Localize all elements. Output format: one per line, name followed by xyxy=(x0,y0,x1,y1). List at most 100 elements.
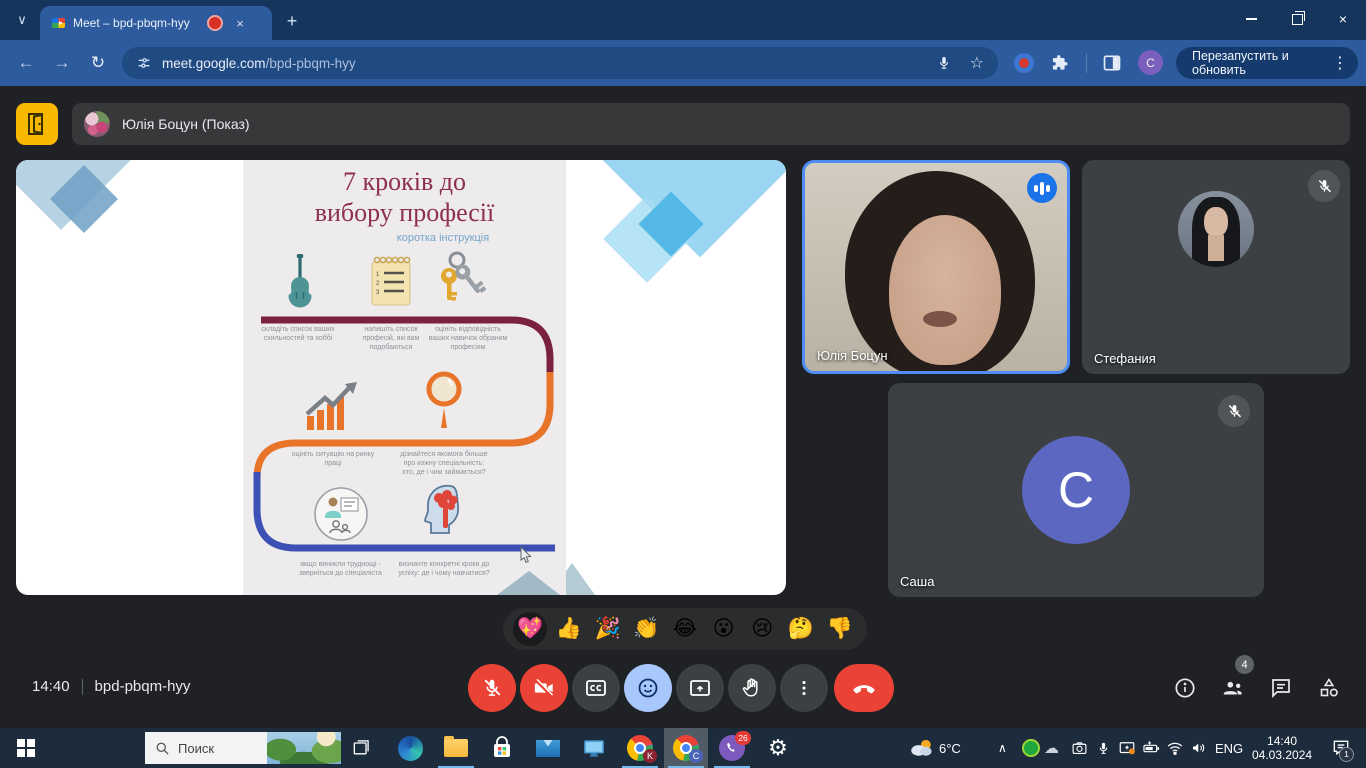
video-tile-stefania[interactable]: Стефания xyxy=(1082,160,1350,374)
start-button[interactable] xyxy=(6,728,46,768)
profile-avatar[interactable]: C xyxy=(1138,50,1163,75)
chrome-profile-badge: K xyxy=(643,749,657,763)
end-call-icon xyxy=(851,675,877,701)
activities-button[interactable] xyxy=(1313,672,1345,704)
taskbar-viber[interactable]: 26 xyxy=(710,728,754,768)
extension-adblock-icon[interactable] xyxy=(1014,53,1034,73)
voice-search-icon[interactable] xyxy=(936,55,952,71)
end-call-button[interactable] xyxy=(834,664,894,712)
chrome-icon: C xyxy=(673,735,699,761)
restart-update-button[interactable]: Перезапустить и обновить ⋮ xyxy=(1176,47,1358,79)
notepad-icon: 123 xyxy=(367,254,415,308)
participants-button[interactable] xyxy=(1217,672,1249,704)
tab-search-button[interactable]: ∨ xyxy=(8,7,36,33)
extensions-puzzle-icon[interactable] xyxy=(1050,53,1070,73)
forward-button[interactable]: → xyxy=(48,49,76,77)
chat-button[interactable] xyxy=(1265,672,1297,704)
footer-divider xyxy=(82,679,83,695)
reaction-thumbs-up[interactable]: 👍 xyxy=(552,612,586,646)
door-extension-button[interactable] xyxy=(16,103,58,145)
taskbar-mail[interactable] xyxy=(526,728,570,768)
reaction-thinking[interactable]: 🤔 xyxy=(784,612,818,646)
speaker-mouth xyxy=(923,311,957,327)
desktop: ∨ Meet – bpd-pbqm-hyy × + × ← → ↻ meet.g… xyxy=(0,0,1366,768)
reaction-heart[interactable]: 💖 xyxy=(513,612,547,646)
taskbar-clock[interactable]: 14:4004.03.2024 xyxy=(1252,728,1312,768)
site-settings-icon[interactable] xyxy=(136,55,152,71)
bookmark-star-icon[interactable]: ☆ xyxy=(970,53,984,73)
tray-microphone[interactable] xyxy=(1092,728,1114,768)
notification-badge: 1 xyxy=(1339,747,1354,762)
presenter-avatar xyxy=(84,111,110,137)
taskbar-pc[interactable] xyxy=(572,728,616,768)
minimize-icon xyxy=(1246,18,1257,20)
language-indicator[interactable]: ENG xyxy=(1215,728,1243,768)
reload-button[interactable]: ↻ xyxy=(84,49,112,77)
tray-battery[interactable] xyxy=(1140,728,1162,768)
tray-wifi[interactable] xyxy=(1164,728,1186,768)
reaction-party[interactable]: 🎉 xyxy=(591,612,625,646)
present-screen-icon xyxy=(688,676,712,700)
antivirus-icon xyxy=(1022,739,1040,757)
mic-toggle-button[interactable] xyxy=(468,664,516,712)
present-button[interactable] xyxy=(676,664,724,712)
camera-toggle-button[interactable] xyxy=(520,664,568,712)
task-view-button[interactable] xyxy=(344,728,378,768)
taskbar-settings[interactable]: ⚙ xyxy=(756,728,800,768)
participant-avatar-initial: C xyxy=(1022,436,1130,544)
participant-name: Саша xyxy=(900,574,934,589)
toolbar-divider xyxy=(1086,53,1087,73)
address-bar[interactable]: meet.google.com/bpd-pbqm-hyy ☆ xyxy=(122,47,998,79)
chrome-menu-icon[interactable]: ⋮ xyxy=(1332,53,1348,73)
taskbar-chrome-profile1[interactable]: K xyxy=(618,728,662,768)
window-close-button[interactable]: × xyxy=(1320,0,1366,38)
smiley-icon xyxy=(636,676,660,700)
url-host: meet.google.com xyxy=(162,56,266,71)
step-path xyxy=(243,160,566,595)
tray-antivirus[interactable] xyxy=(1020,728,1042,768)
tab-close-button[interactable]: × xyxy=(231,14,249,32)
taskbar-edge[interactable] xyxy=(388,728,432,768)
new-tab-button[interactable]: + xyxy=(280,10,304,32)
weather-widget[interactable]: 6°C xyxy=(908,728,961,768)
taskbar-explorer[interactable] xyxy=(434,728,478,768)
reaction-clap[interactable]: 👏 xyxy=(629,612,663,646)
restart-update-label: Перезапустить и обновить xyxy=(1192,49,1332,77)
screenshare-tile: 7 кроків довибору професії коротка інстр… xyxy=(16,160,786,595)
action-center-button[interactable]: 1 xyxy=(1326,728,1356,768)
captions-button[interactable] xyxy=(572,664,620,712)
window-minimize-button[interactable] xyxy=(1228,0,1274,38)
reaction-thumbs-down[interactable]: 👎 xyxy=(823,612,857,646)
back-button[interactable]: ← xyxy=(12,49,40,77)
tray-expand[interactable]: ∧ xyxy=(998,728,1007,768)
meeting-details-button[interactable] xyxy=(1169,672,1201,704)
tray-volume[interactable] xyxy=(1188,728,1210,768)
presenting-banner[interactable]: Юлія Боцун (Показ) xyxy=(72,103,1350,145)
more-options-icon xyxy=(793,677,815,699)
reaction-laugh[interactable]: 😂 xyxy=(668,612,702,646)
growth-chart-icon xyxy=(301,378,365,432)
restore-icon xyxy=(1292,14,1303,25)
chrome-profile-badge: C xyxy=(689,749,703,763)
video-tile-yuliia[interactable]: Юлія Боцун xyxy=(802,160,1070,374)
taskbar-chrome-profile2-active[interactable]: C xyxy=(664,728,708,768)
search-placeholder: Поиск xyxy=(178,741,267,756)
monitor-icon xyxy=(581,735,607,761)
tray-screenshare[interactable] xyxy=(1116,728,1138,768)
violin-icon xyxy=(275,252,325,310)
reaction-surprised[interactable]: 😮 xyxy=(707,612,741,646)
window-restore-button[interactable] xyxy=(1274,0,1320,38)
more-options-button[interactable] xyxy=(780,664,828,712)
folder-icon xyxy=(444,739,468,757)
language-label: ENG xyxy=(1215,741,1243,756)
reaction-cry[interactable]: 😢 xyxy=(745,612,779,646)
browser-tab[interactable]: Meet – bpd-pbqm-hyy × xyxy=(40,6,272,40)
video-tile-sasha[interactable]: C Саша xyxy=(888,383,1264,597)
side-panel-icon[interactable] xyxy=(1102,53,1122,73)
reactions-button[interactable] xyxy=(624,664,672,712)
taskbar-search[interactable]: Поиск xyxy=(145,732,341,764)
raise-hand-button[interactable] xyxy=(728,664,776,712)
taskbar-store[interactable] xyxy=(480,728,524,768)
tray-onedrive[interactable]: ☁ xyxy=(1044,728,1059,768)
tray-capture[interactable] xyxy=(1068,728,1090,768)
